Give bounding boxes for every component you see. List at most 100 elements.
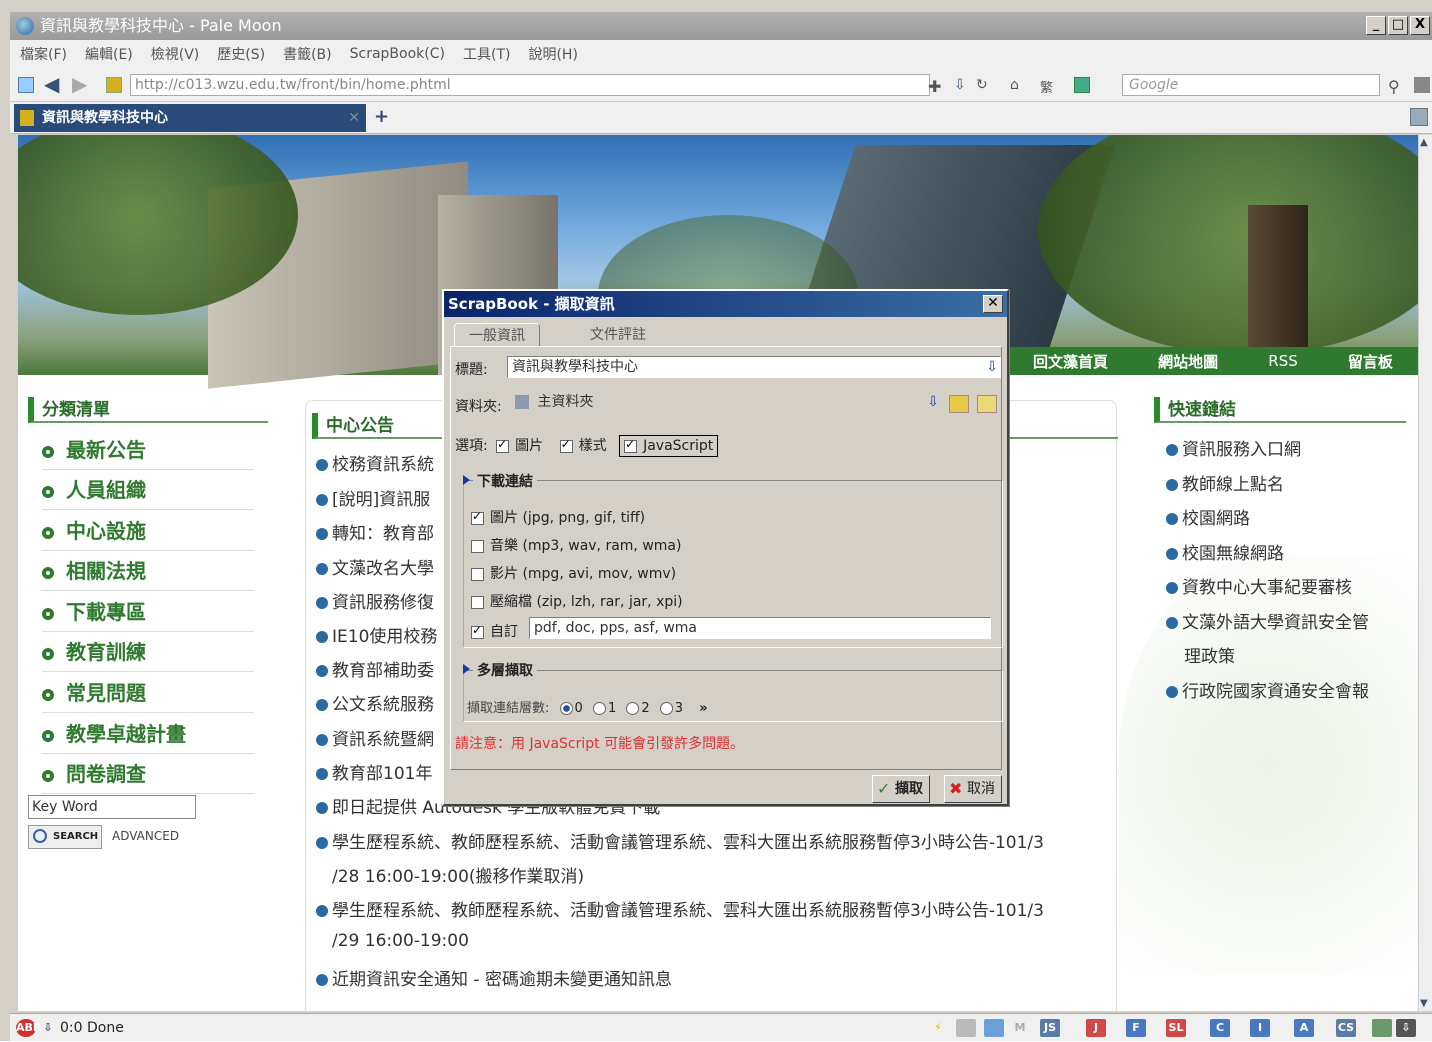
cancel-button[interactable]: ✖ 取消 <box>944 775 1002 803</box>
home-icon[interactable]: ⌂ <box>1010 77 1026 93</box>
scroll-down-icon[interactable]: ▼ <box>1420 998 1428 1009</box>
download-icon[interactable]: ⇩ <box>954 77 970 93</box>
nav-rss-link[interactable]: RSS <box>1268 352 1297 370</box>
download-option[interactable]: 壓縮檔 (zip, lzh, rar, jar, xpi) <box>471 591 683 611</box>
dropdown-arrow-icon[interactable]: ⇩ <box>986 357 998 377</box>
news-item[interactable]: 資訊服務修復 <box>316 588 434 613</box>
download-status-icon[interactable]: ⇩ <box>1396 1019 1416 1037</box>
quicklink-item[interactable]: 校園無線網路 <box>1166 539 1284 564</box>
download-option[interactable]: 圖片 (jpg, png, gif, tiff) <box>471 507 645 527</box>
url-bar[interactable]: http://c013.wzu.edu.tw/front/bin/home.ph… <box>130 74 930 96</box>
quicklink-item[interactable]: 教師線上點名 <box>1166 470 1284 495</box>
toggle-animation-icon[interactable]: A <box>1294 1019 1314 1037</box>
toggle-images-icon[interactable]: I <box>1250 1019 1270 1037</box>
search-input[interactable]: Google <box>1122 74 1380 96</box>
adblock-icon[interactable]: ABP <box>16 1019 41 1037</box>
news-item[interactable]: 學生歷程系統、教師歷程系統、活動會議管理系統、雲科大匯出系統服務暫停3小時公告-… <box>316 896 1044 921</box>
tab-list-icon[interactable] <box>1410 108 1428 126</box>
category-item[interactable]: 人員組織 <box>42 470 254 510</box>
advanced-search-link[interactable]: ADVANCED <box>112 829 179 843</box>
capture-button[interactable]: ✓ 擷取 <box>872 775 930 803</box>
more-depth-button[interactable]: » <box>699 701 707 716</box>
forward-arrow-icon[interactable]: ▶ <box>72 74 88 94</box>
news-item[interactable]: 文藻改名大學 <box>316 554 434 579</box>
news-item[interactable]: 學生歷程系統、教師歷程系統、活動會議管理系統、雲科大匯出系統服務暫停3小時公告-… <box>316 828 1044 853</box>
news-item[interactable]: 教育部補助委 <box>316 656 434 681</box>
depth-1-radio[interactable] <box>592 702 606 715</box>
sidebar-toggle-icon[interactable] <box>18 77 34 93</box>
category-item[interactable]: 教學卓越計畫 <box>42 714 254 754</box>
reload-icon[interactable]: ↻ <box>976 77 992 93</box>
toolbar-extra-icon[interactable] <box>1414 77 1430 93</box>
menu-file[interactable]: 檔案(F) <box>20 44 67 64</box>
tab-notes[interactable]: 文件評註 <box>576 323 660 347</box>
menu-edit[interactable]: 編輯(E) <box>85 44 133 64</box>
depth-2-radio[interactable] <box>626 702 640 715</box>
javascript-checkbox[interactable] <box>624 437 638 453</box>
lightning-icon[interactable]: ⚡ <box>928 1019 948 1037</box>
open-folder-icon[interactable] <box>977 395 997 413</box>
search-engine-icon[interactable] <box>1074 77 1090 93</box>
nav-guestbook-link[interactable]: 留言板 <box>1348 351 1393 372</box>
toggle-flash-icon[interactable]: F <box>1126 1019 1146 1037</box>
panel-icon[interactable] <box>984 1019 1004 1037</box>
news-item[interactable]: 資訊系統暨網 <box>316 725 434 750</box>
quicklink-item[interactable]: 文藻外語大學資訊安全管 <box>1166 608 1369 633</box>
news-item[interactable]: 近期資訊安全通知 - 密碼逾期未變更通知訊息 <box>316 965 672 990</box>
search-icon[interactable]: ⚲ <box>1388 77 1404 96</box>
custom-extensions-input[interactable]: pdf, doc, pps, asf, wma <box>529 617 991 639</box>
menu-scrapbook[interactable]: ScrapBook(C) <box>350 46 445 62</box>
depth-3-radio[interactable] <box>659 702 673 715</box>
quicklink-item[interactable]: 資訊服務入口網 <box>1166 435 1301 460</box>
page-icon[interactable] <box>956 1019 976 1037</box>
category-item[interactable]: 相關法規 <box>42 551 254 591</box>
maximize-button[interactable]: □ <box>1388 16 1408 35</box>
menu-bookmarks[interactable]: 書籤(B) <box>283 44 332 64</box>
download-option[interactable]: 影片 (mpg, avi, mov, wmv) <box>471 563 676 583</box>
news-item[interactable]: 轉知：教育部 <box>316 519 434 544</box>
nav-sitemap-link[interactable]: 網站地圖 <box>1158 351 1218 372</box>
category-item[interactable]: 中心設施 <box>42 511 254 551</box>
category-item[interactable]: 教育訓練 <box>42 632 254 672</box>
quicklink-item[interactable]: 資教中心大事紀要審核 <box>1166 573 1352 598</box>
news-item[interactable]: [說明]資訊服 <box>316 485 430 510</box>
menu-tools[interactable]: 工具(T) <box>463 44 510 64</box>
images-checkbox[interactable] <box>496 437 510 453</box>
nav-home-link[interactable]: 回文藻首頁 <box>1033 351 1108 372</box>
close-button[interactable]: X <box>1410 16 1430 35</box>
news-item[interactable]: 校務資訊系統 <box>316 450 434 475</box>
toggle-java-icon[interactable]: J <box>1086 1019 1106 1037</box>
quicklink-item[interactable]: 行政院國家資通安全會報 <box>1166 677 1369 702</box>
depth-0-radio[interactable] <box>559 702 573 715</box>
tab-close-icon[interactable]: ✕ <box>348 104 360 132</box>
title-field[interactable]: 資訊與教學科技中心 ⇩ <box>507 356 1001 378</box>
category-item[interactable]: 問卷調查 <box>42 754 254 794</box>
tab-general-info[interactable]: 一般資訊 <box>454 323 540 347</box>
download-option[interactable]: 音樂 (mp3, wav, ram, wma) <box>471 535 681 555</box>
site-identity-icon[interactable] <box>106 77 122 93</box>
styles-checkbox[interactable] <box>559 437 573 453</box>
news-item[interactable]: 教育部101年 <box>316 759 432 784</box>
category-item[interactable]: 最新公告 <box>42 430 254 470</box>
quicklink-item-continued[interactable]: 理政策 <box>1184 642 1235 667</box>
menu-history[interactable]: 歷史(S) <box>217 44 265 64</box>
minimize-button[interactable]: _ <box>1366 16 1386 35</box>
back-arrow-icon[interactable]: ◀ <box>44 74 60 94</box>
tab-active[interactable]: 資訊與教學科技中心 ✕ <box>14 104 366 132</box>
toggle-silverlight-icon[interactable]: SL <box>1166 1019 1186 1037</box>
traditional-chinese-icon[interactable]: 繁 <box>1040 77 1056 96</box>
toggle-cookies-icon[interactable]: C <box>1210 1019 1230 1037</box>
download-option[interactable]: 自訂 <box>471 621 518 641</box>
news-item-continued[interactable]: /28 16:00-19:00(搬移作業取消) <box>332 862 584 887</box>
vertical-scrollbar[interactable]: ▲ ▼ <box>1418 135 1432 1011</box>
m-icon[interactable]: M <box>1010 1019 1030 1037</box>
keyword-input[interactable]: Key Word <box>28 795 196 819</box>
scroll-up-icon[interactable]: ▲ <box>1420 137 1428 148</box>
dialog-close-button[interactable]: ✕ <box>983 295 1003 313</box>
status-arrow-icon[interactable]: ⇩ <box>38 1019 58 1037</box>
news-item[interactable]: IE10使用校務 <box>316 622 437 647</box>
category-item[interactable]: 下載專區 <box>42 592 254 632</box>
new-tab-button[interactable]: + <box>374 106 389 127</box>
dropdown-arrow-icon[interactable]: ⇩ <box>927 392 939 412</box>
menu-view[interactable]: 檢視(V) <box>151 44 200 64</box>
